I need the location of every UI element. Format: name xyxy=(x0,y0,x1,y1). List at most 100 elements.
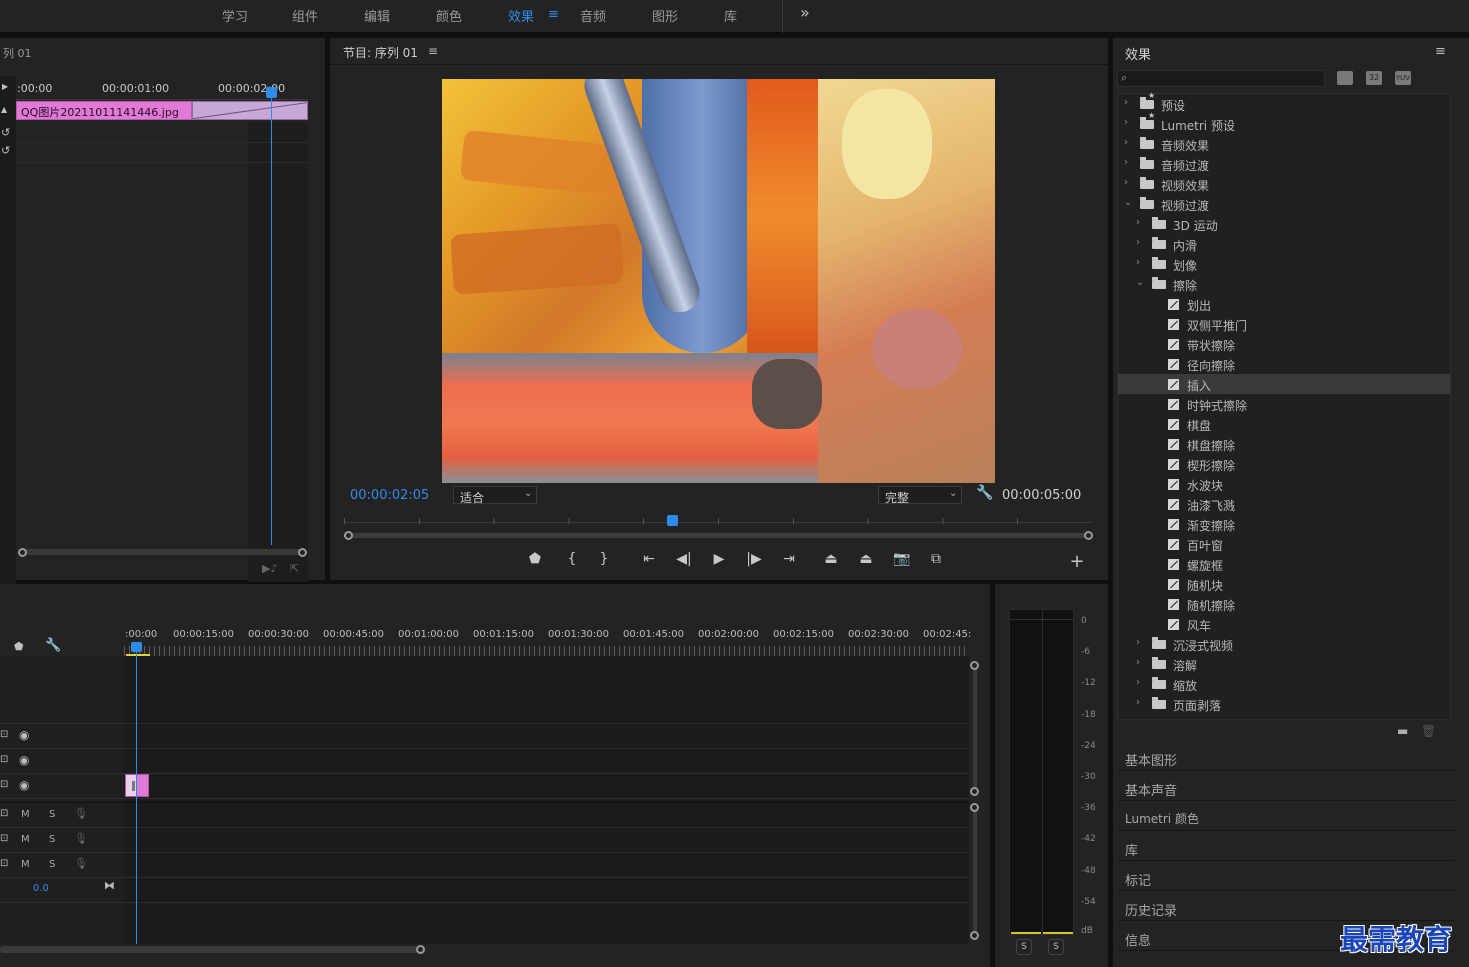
panel-essential-graphics[interactable]: 基本图形 xyxy=(1118,743,1454,771)
master-volume-value[interactable]: 0.0 xyxy=(33,883,49,894)
scroll-handle[interactable] xyxy=(416,945,425,954)
tab-color[interactable]: 颜色 xyxy=(436,6,462,25)
effects-search-input[interactable]: ⌕ xyxy=(1117,70,1325,87)
more-workspaces-icon[interactable]: » xyxy=(800,3,810,22)
scroll-handle-right[interactable] xyxy=(298,548,307,557)
effects-tree-item[interactable]: › 音频过渡 xyxy=(1118,154,1450,174)
video-vertical-scroll[interactable] xyxy=(973,662,977,792)
button-editor-plus-icon[interactable]: + xyxy=(1068,551,1086,572)
zoom-handle-right[interactable] xyxy=(1084,531,1093,540)
monitor-playhead[interactable] xyxy=(667,515,678,526)
comparison-view-icon[interactable]: ⧉ xyxy=(927,551,945,567)
zoom-handle-left[interactable] xyxy=(344,531,353,540)
collapse-icon[interactable]: ▲ xyxy=(1,105,7,114)
effects-tree-item[interactable]: 随机块 xyxy=(1118,574,1450,594)
go-to-out-icon[interactable]: ⧓ xyxy=(104,879,115,892)
chevron-right-icon[interactable]: › xyxy=(1124,157,1128,168)
mute-button[interactable]: M xyxy=(21,809,30,820)
delete-icon[interactable]: 🗑 xyxy=(1421,724,1436,738)
effects-tree-item[interactable]: 油漆飞溅 xyxy=(1118,494,1450,514)
sync-lock-icon[interactable]: ⊡ xyxy=(0,858,8,869)
effects-menu-icon[interactable]: ≡ xyxy=(1435,44,1446,59)
effects-tree-item[interactable]: › 溶解 xyxy=(1118,654,1450,674)
zoom-level-select[interactable]: 适合 ⌄ xyxy=(453,486,537,505)
reset-icon[interactable]: ↺ xyxy=(1,126,10,139)
effects-tree-item[interactable]: 百叶窗 xyxy=(1118,534,1450,554)
chevron-right-icon[interactable]: › xyxy=(1124,117,1128,128)
effects-tree-item[interactable]: 风车 xyxy=(1118,614,1450,634)
32bit-effects-icon[interactable]: 32 xyxy=(1366,71,1382,85)
eye-icon[interactable]: ◉ xyxy=(19,778,29,792)
chevron-right-icon[interactable]: › xyxy=(1136,657,1140,668)
chevron-right-icon[interactable]: › xyxy=(1136,237,1140,248)
chevron-right-icon[interactable]: › xyxy=(1136,697,1140,708)
effects-tree-item[interactable]: 随机擦除 xyxy=(1118,594,1450,614)
tab-libraries[interactable]: 库 xyxy=(724,6,737,25)
reset-icon[interactable]: ↺ xyxy=(1,144,10,157)
sync-lock-icon[interactable]: ⊡ xyxy=(0,779,8,790)
effects-tree-item[interactable]: 划出 xyxy=(1118,294,1450,314)
effects-tree-item[interactable]: 螺旋框 xyxy=(1118,554,1450,574)
go-to-in-icon[interactable]: ⇤ xyxy=(640,551,658,567)
add-marker-icon[interactable]: ⬟ xyxy=(14,640,24,653)
effects-tree-item[interactable]: 带状擦除 xyxy=(1118,334,1450,354)
mute-button[interactable]: M xyxy=(21,859,30,870)
transition-bar[interactable] xyxy=(192,101,308,120)
step-back-icon[interactable]: ◀| xyxy=(675,551,693,567)
chevron-right-icon[interactable]: › xyxy=(1124,137,1128,148)
sync-lock-icon[interactable]: ⊡ xyxy=(0,833,8,844)
work-area-bar[interactable] xyxy=(126,654,150,656)
export-frame-camera-icon[interactable]: 📷 xyxy=(893,551,911,567)
tab-learn[interactable]: 学习 xyxy=(222,6,248,25)
panel-history[interactable]: 历史记录 xyxy=(1118,893,1454,921)
export-frame-icon[interactable]: ⇱ xyxy=(290,562,299,575)
effects-tree-item[interactable]: › 音频效果 xyxy=(1118,134,1450,154)
effects-tree-item[interactable]: ⌄ 擦除 xyxy=(1118,274,1450,294)
expand-icon[interactable]: ▶ xyxy=(2,82,8,91)
tab-editing[interactable]: 编辑 xyxy=(364,6,390,25)
chevron-right-icon[interactable]: › xyxy=(1124,177,1128,188)
settings-wrench-icon[interactable]: 🔧 xyxy=(976,485,993,501)
new-bin-icon[interactable]: ▬ xyxy=(1397,724,1408,738)
timeline-clip[interactable] xyxy=(125,774,149,797)
panel-markers[interactable]: 标记 xyxy=(1118,863,1454,891)
solo-left-button[interactable]: S xyxy=(1016,939,1032,955)
effects-tree-item[interactable]: 时钟式擦除 xyxy=(1118,394,1450,414)
effects-tree-item[interactable]: 水波块 xyxy=(1118,474,1450,494)
effects-tree-item[interactable]: › 内滑 xyxy=(1118,234,1450,254)
chevron-right-icon[interactable]: › xyxy=(1124,97,1128,108)
tab-assembly[interactable]: 组件 xyxy=(292,6,318,25)
effects-tree-item[interactable]: 双侧平推门 xyxy=(1118,314,1450,334)
effects-tree-item[interactable]: 插入 xyxy=(1118,374,1450,394)
solo-button[interactable]: S xyxy=(49,809,55,820)
playhead-handle[interactable] xyxy=(266,87,277,98)
mark-in-icon[interactable]: { xyxy=(563,551,581,567)
step-forward-icon[interactable]: |▶ xyxy=(745,551,763,567)
effects-search-field[interactable] xyxy=(1136,72,1320,85)
mark-out-icon[interactable]: } xyxy=(595,551,613,567)
solo-button[interactable]: S xyxy=(49,834,55,845)
monitor-zoom-bar[interactable] xyxy=(348,533,1088,538)
effects-tree-item[interactable]: 棋盘 xyxy=(1118,414,1450,434)
zoom-scrollbar[interactable] xyxy=(20,549,306,555)
scroll-handle[interactable] xyxy=(970,803,979,812)
lift-icon[interactable]: ⏏ xyxy=(822,551,840,567)
effects-tree-item[interactable]: › 划像 xyxy=(1118,254,1450,274)
chevron-right-icon[interactable]: › xyxy=(1136,217,1140,228)
accelerated-effects-icon[interactable] xyxy=(1337,71,1353,85)
tab-graphics[interactable]: 图形 xyxy=(652,6,678,25)
effects-tree-item[interactable]: › 视频效果 xyxy=(1118,174,1450,194)
effects-tree-item[interactable]: 楔形擦除 xyxy=(1118,454,1450,474)
extract-icon[interactable]: ⏏ xyxy=(857,551,875,567)
add-marker-icon[interactable]: ⬟ xyxy=(526,551,544,567)
chevron-down-icon[interactable]: ⌄ xyxy=(1124,197,1132,208)
chevron-down-icon[interactable]: ⌄ xyxy=(1136,277,1144,288)
eye-icon[interactable]: ◉ xyxy=(19,728,29,742)
effects-tree-item[interactable]: › Lumetri 预设 xyxy=(1118,111,1450,134)
effects-tree-item[interactable]: › 预设 xyxy=(1118,91,1450,114)
effects-tree-item[interactable]: › 3D 运动 xyxy=(1118,214,1450,234)
tab-effects[interactable]: 效果 xyxy=(508,6,534,25)
sync-lock-icon[interactable]: ⊡ xyxy=(0,808,8,819)
yuv-effects-icon[interactable]: YUV xyxy=(1395,71,1411,85)
timeline-settings-wrench-icon[interactable]: 🔧 xyxy=(45,638,61,653)
